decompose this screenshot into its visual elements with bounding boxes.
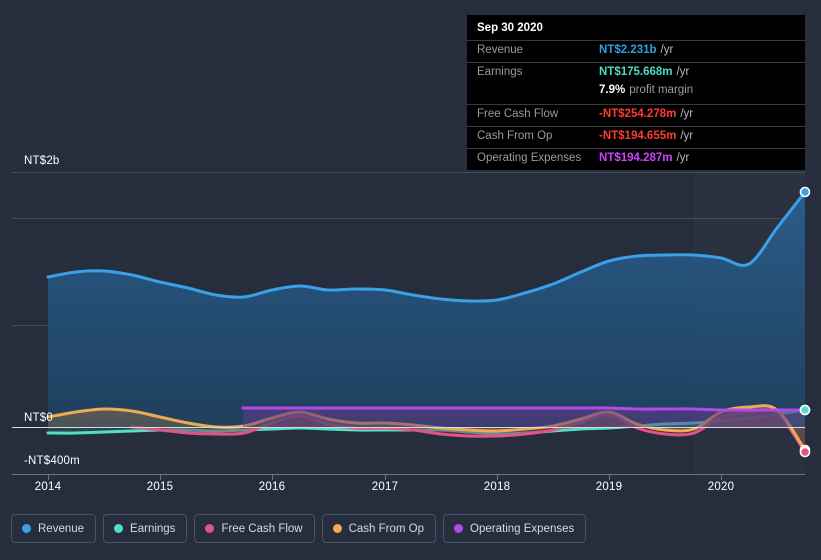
tooltip-profit-margin-value: 7.9% xyxy=(599,84,626,96)
legend-color-dot-icon xyxy=(205,524,215,533)
tooltip-metric-name: Earnings xyxy=(477,66,523,78)
tooltip-metric-unit: /yr xyxy=(680,108,694,120)
legend-label: Earnings xyxy=(130,522,176,535)
series-operating-expenses xyxy=(241,406,805,428)
tooltip-row: Free Cash Flow -NT$254.278m/yr xyxy=(467,104,805,126)
tooltip-metric-value: NT$194.287m xyxy=(599,152,673,164)
legend-item-operating-expenses[interactable]: Operating Expenses xyxy=(443,514,587,543)
tooltip-row: Revenue NT$2.231b/yr xyxy=(467,40,805,62)
x-axis-label: 2018 xyxy=(483,481,511,493)
tooltip-metric-name: Operating Expenses xyxy=(477,152,582,164)
legend-item-cash-from-op[interactable]: Cash From Op xyxy=(321,514,437,543)
legend-color-dot-icon xyxy=(454,524,464,533)
y-axis-label: NT$2b xyxy=(24,155,60,167)
series-revenue xyxy=(46,190,805,428)
tooltip-metric-unit: /yr xyxy=(660,44,674,56)
tooltip-row: Cash From Op -NT$194.655m/yr xyxy=(467,126,805,148)
tooltip-metric-value: NT$2.231b xyxy=(599,44,657,56)
y-axis-label: -NT$400m xyxy=(24,455,80,467)
end-marker-free-cash-flow[interactable] xyxy=(799,446,811,458)
data-tooltip: Sep 30 2020 Revenue NT$2.231b/yr Earnings N… xyxy=(467,15,805,170)
x-axis-ticks xyxy=(48,475,722,480)
tooltip-metric-unit: /yr xyxy=(676,66,690,78)
legend-label: Cash From Op xyxy=(348,522,425,535)
legend-color-dot-icon xyxy=(114,524,124,533)
series-layer xyxy=(46,190,805,454)
chart-legend: Revenue Earnings Free Cash Flow Cash From O… xyxy=(11,514,587,543)
legend-label: Revenue xyxy=(38,522,85,535)
end-marker-revenue[interactable] xyxy=(799,186,811,198)
legend-item-revenue[interactable]: Revenue xyxy=(11,514,97,543)
end-marker-earnings[interactable] xyxy=(799,404,811,416)
legend-label: Free Cash Flow xyxy=(221,522,303,535)
tooltip-metric-name: Free Cash Flow xyxy=(477,108,559,120)
x-axis-label: 2015 xyxy=(146,481,174,493)
legend-color-dot-icon xyxy=(332,524,342,533)
tooltip-rows: Revenue NT$2.231b/yr Earnings NT$175.668m/y… xyxy=(467,40,805,170)
x-axis-label: 2014 xyxy=(34,481,62,493)
x-axis-label: 2016 xyxy=(258,481,286,493)
y-axis-label: NT$0 xyxy=(24,412,53,424)
tooltip-metric-value: -NT$194.655m xyxy=(599,130,677,142)
tooltip-metric-unit: /yr xyxy=(680,130,694,142)
legend-item-free-cash-flow[interactable]: Free Cash Flow xyxy=(194,514,315,543)
tooltip-metric-value: NT$175.668m xyxy=(599,66,673,78)
tooltip-profit-margin-label: profit margin xyxy=(629,84,694,96)
series-area-fill xyxy=(48,192,805,428)
tooltip-metric-value: -NT$254.278m xyxy=(599,108,677,120)
tooltip-metric-name: Revenue xyxy=(477,44,524,56)
legend-color-dot-icon xyxy=(22,524,31,533)
legend-item-earnings[interactable]: Earnings xyxy=(103,514,188,543)
tooltip-row: Operating Expenses NT$194.287m/yr xyxy=(467,148,805,170)
financial-chart-widget: NT$2b NT$0 -NT$400m 2014 2015 2016 2017 2018 20… xyxy=(0,0,821,560)
legend-label: Operating Expenses xyxy=(470,522,575,535)
x-axis-label: 2019 xyxy=(595,481,623,493)
tooltip-title: Sep 30 2020 xyxy=(477,22,543,34)
tooltip-metric-name: Cash From Op xyxy=(477,130,553,142)
x-axis-label: 2020 xyxy=(707,481,735,493)
tooltip-profit-margin-row: 7.9% profit margin xyxy=(467,84,805,104)
tooltip-metric-unit: /yr xyxy=(676,152,690,164)
x-axis-label: 2017 xyxy=(371,481,399,493)
tooltip-row: Earnings NT$175.668m/yr xyxy=(467,62,805,84)
